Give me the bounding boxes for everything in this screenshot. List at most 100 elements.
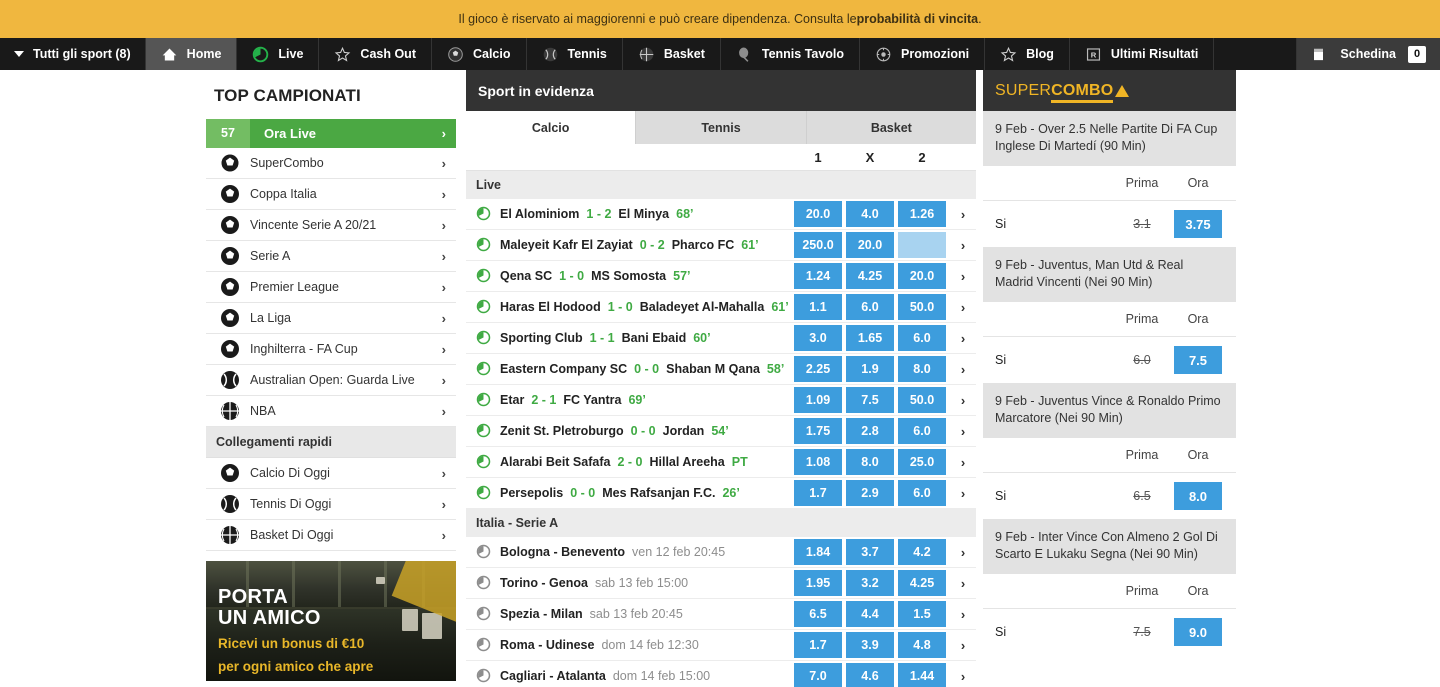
chevron-right-icon[interactable]: › [950, 568, 976, 598]
chevron-right-icon[interactable]: › [950, 416, 976, 446]
table-row[interactable]: El Alominiom 1 - 2 El Minya 68’ 20.0 4.0… [466, 199, 976, 230]
table-row[interactable]: Maleyeit Kafr El Zayiat 0 - 2 Pharco FC … [466, 230, 976, 261]
win-probability-link[interactable]: probabilità di vincita [857, 12, 979, 26]
chevron-right-icon[interactable]: › [950, 323, 976, 353]
odd-2[interactable]: 20.0 [898, 263, 946, 289]
combo-new-odd[interactable]: 3.75 [1174, 210, 1222, 238]
odd-2[interactable]: 4.25 [898, 570, 946, 596]
all-sports-menu[interactable]: Tutti gli sport (8) [0, 38, 146, 70]
table-row[interactable]: Torino - Genoa sab 13 feb 15:00 1.95 3.2… [466, 568, 976, 599]
odd-2[interactable]: 1.5 [898, 601, 946, 627]
odd-1[interactable]: 1.95 [794, 570, 842, 596]
odd-2[interactable]: 50.0 [898, 387, 946, 413]
nav-item-home[interactable]: Home [146, 38, 238, 70]
odd-2[interactable]: 8.0 [898, 356, 946, 382]
table-row[interactable]: Haras El Hodood 1 - 0 Baladeyet Al-Mahal… [466, 292, 976, 323]
odd-2[interactable]: 1.26 [898, 201, 946, 227]
odd-2[interactable]: 1.44 [898, 663, 946, 687]
sidebar-item-premier-league[interactable]: Premier League › [206, 272, 456, 303]
table-row[interactable]: Persepolis 0 - 0 Mes Rafsanjan F.C. 26’ … [466, 478, 976, 509]
nav-item-tennis[interactable]: Tennis [527, 38, 623, 70]
odd-x[interactable]: 4.25 [846, 263, 894, 289]
odd-x[interactable]: 7.5 [846, 387, 894, 413]
chevron-right-icon[interactable]: › [950, 537, 976, 567]
table-row[interactable]: Bologna - Benevento ven 12 feb 20:45 1.8… [466, 537, 976, 568]
odd-2[interactable]: 6.0 [898, 480, 946, 506]
table-row[interactable]: Sporting Club 1 - 1 Bani Ebaid 60’ 3.0 1… [466, 323, 976, 354]
odd-x[interactable]: 3.2 [846, 570, 894, 596]
odd-2[interactable]: 50.0 [898, 294, 946, 320]
odd-2[interactable] [898, 232, 946, 258]
odd-x[interactable]: 2.8 [846, 418, 894, 444]
odd-x[interactable]: 20.0 [846, 232, 894, 258]
chevron-right-icon[interactable]: › [950, 630, 976, 660]
odd-2[interactable]: 6.0 [898, 418, 946, 444]
odd-1[interactable]: 1.75 [794, 418, 842, 444]
odd-x[interactable]: 1.65 [846, 325, 894, 351]
nav-item-calcio[interactable]: Calcio [432, 38, 527, 70]
chevron-right-icon[interactable]: › [950, 354, 976, 384]
odd-1[interactable]: 2.25 [794, 356, 842, 382]
nav-item-ultimi-risultati[interactable]: R Ultimi Risultati [1070, 38, 1215, 70]
nav-item-blog[interactable]: Blog [985, 38, 1070, 70]
chevron-right-icon[interactable]: › [950, 292, 976, 322]
sidebar-item-australian-open[interactable]: Australian Open: Guarda Live › [206, 365, 456, 396]
table-row[interactable]: Roma - Udinese dom 14 feb 12:30 1.7 3.9 … [466, 630, 976, 661]
tab-basket[interactable]: Basket [807, 111, 976, 144]
odd-1[interactable]: 3.0 [794, 325, 842, 351]
nav-item-live[interactable]: Live [237, 38, 319, 70]
odd-x[interactable]: 3.7 [846, 539, 894, 565]
chevron-right-icon[interactable]: › [950, 199, 976, 229]
odd-1[interactable]: 20.0 [794, 201, 842, 227]
chevron-right-icon[interactable]: › [950, 661, 976, 687]
odd-1[interactable]: 1.7 [794, 632, 842, 658]
odd-1[interactable]: 1.84 [794, 539, 842, 565]
sidebar-item-calcio-di-oggi[interactable]: Calcio Di Oggi › [206, 458, 456, 489]
odd-1[interactable]: 1.7 [794, 480, 842, 506]
table-row[interactable]: Alarabi Beit Safafa 2 - 0 Hillal Areeha … [466, 447, 976, 478]
odd-1[interactable]: 1.1 [794, 294, 842, 320]
odd-x[interactable]: 4.0 [846, 201, 894, 227]
sidebar-item-basket-di-oggi[interactable]: Basket Di Oggi › [206, 520, 456, 551]
odd-2[interactable]: 6.0 [898, 325, 946, 351]
sidebar-item-serie-a[interactable]: Serie A › [206, 241, 456, 272]
odd-x[interactable]: 2.9 [846, 480, 894, 506]
nav-item-promozioni[interactable]: Promozioni [860, 38, 985, 70]
odd-1[interactable]: 1.09 [794, 387, 842, 413]
odd-1[interactable]: 250.0 [794, 232, 842, 258]
sidebar-item-la-liga[interactable]: La Liga › [206, 303, 456, 334]
odd-2[interactable]: 4.8 [898, 632, 946, 658]
chevron-right-icon[interactable]: › [950, 478, 976, 508]
tab-calcio[interactable]: Calcio [466, 111, 636, 144]
odd-x[interactable]: 8.0 [846, 449, 894, 475]
table-row[interactable]: Etar 2 - 1 FC Yantra 69’ 1.09 7.5 50.0 › [466, 385, 976, 416]
sidebar-item-supercombo[interactable]: SuperCombo › [206, 148, 456, 179]
combo-new-odd[interactable]: 7.5 [1174, 346, 1222, 374]
odd-2[interactable]: 4.2 [898, 539, 946, 565]
combo-new-odd[interactable]: 8.0 [1174, 482, 1222, 510]
sidebar-item-tennis-di-oggi[interactable]: Tennis Di Oggi › [206, 489, 456, 520]
odd-1[interactable]: 7.0 [794, 663, 842, 687]
odd-1[interactable]: 6.5 [794, 601, 842, 627]
chevron-right-icon[interactable]: › [950, 599, 976, 629]
odd-x[interactable]: 4.6 [846, 663, 894, 687]
chevron-right-icon[interactable]: › [950, 261, 976, 291]
promo-banner[interactable]: PORTA UN AMICO Ricevi un bonus di €10 pe… [206, 561, 456, 681]
chevron-right-icon[interactable]: › [950, 447, 976, 477]
odd-1[interactable]: 1.24 [794, 263, 842, 289]
table-row[interactable]: Eastern Company SC 0 - 0 Shaban M Qana 5… [466, 354, 976, 385]
odd-1[interactable]: 1.08 [794, 449, 842, 475]
sidebar-item-ora-live[interactable]: 57 Ora Live › [206, 119, 456, 148]
table-row[interactable]: Zenit St. Pletroburgo 0 - 0 Jordan 54’ 1… [466, 416, 976, 447]
betslip-button[interactable]: Schedina 0 [1296, 38, 1440, 70]
tab-tennis[interactable]: Tennis [636, 111, 806, 144]
sidebar-item-nba[interactable]: NBA › [206, 396, 456, 427]
nav-item-basket[interactable]: Basket [623, 38, 721, 70]
sidebar-item-vincente-serie-a[interactable]: Vincente Serie A 20/21 › [206, 210, 456, 241]
chevron-right-icon[interactable]: › [950, 385, 976, 415]
odd-x[interactable]: 3.9 [846, 632, 894, 658]
table-row[interactable]: Cagliari - Atalanta dom 14 feb 15:00 7.0… [466, 661, 976, 687]
odd-2[interactable]: 25.0 [898, 449, 946, 475]
chevron-right-icon[interactable]: › [950, 230, 976, 260]
combo-new-odd[interactable]: 9.0 [1174, 618, 1222, 646]
